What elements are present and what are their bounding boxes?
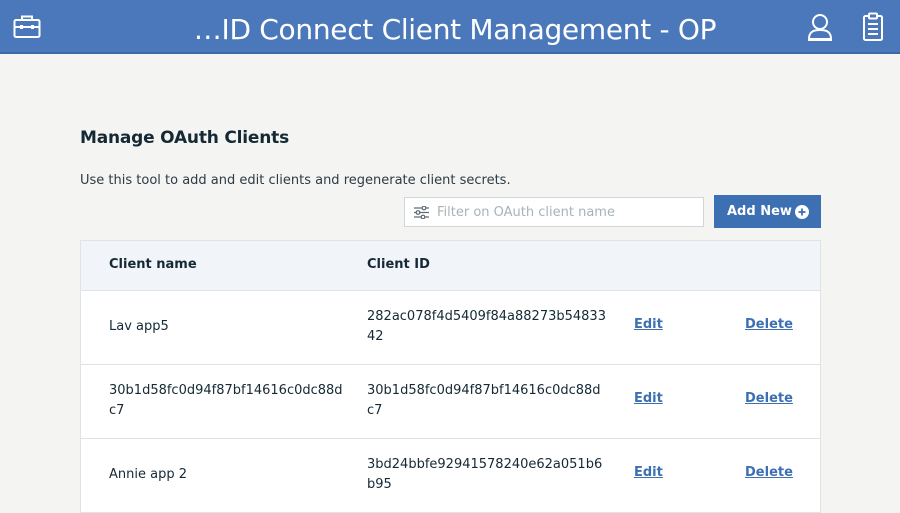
table-row: Lav app5 282ac078f4d5409f84a88273b548334… [81, 291, 820, 365]
delete-link[interactable]: Delete [745, 465, 793, 480]
clients-table: Client name Client ID Lav app5 282ac078f… [80, 240, 821, 513]
table-row: Annie app 2 3bd24bbfe92941578240e62a051b… [81, 439, 820, 513]
edit-link[interactable]: Edit [634, 465, 663, 480]
delete-link[interactable]: Delete [745, 391, 793, 406]
client-id-cell: 282ac078f4d5409f84a88273b5483342 [367, 309, 606, 344]
client-id-cell: 3bd24bbfe92941578240e62a051b6b95 [367, 457, 603, 492]
clipboard-icon[interactable] [862, 12, 884, 42]
add-new-button[interactable]: Add New [714, 195, 821, 228]
client-name-cell: 30b1d58fc0d94f87bf14616c0dc88dc7 [109, 383, 343, 418]
delete-link[interactable]: Delete [745, 317, 793, 332]
client-id-cell: 30b1d58fc0d94f87bf14616c0dc88dc7 [367, 383, 601, 418]
client-name-cell: Lav app5 [109, 319, 169, 334]
edit-link[interactable]: Edit [634, 317, 663, 332]
page-title: Manage OAuth Clients [80, 128, 289, 148]
app-title: …ID Connect Client Management - OP [193, 13, 717, 46]
page-description: Use this tool to add and edit clients an… [80, 173, 511, 188]
filter-box [404, 197, 704, 227]
edit-link[interactable]: Edit [634, 391, 663, 406]
client-name-cell: Annie app 2 [109, 467, 187, 482]
add-new-label: Add New [727, 204, 792, 219]
user-icon[interactable] [807, 13, 833, 41]
filter-icon [414, 206, 429, 219]
table-header: Client name Client ID [81, 241, 820, 291]
top-bar: …ID Connect Client Management - OP [0, 0, 900, 54]
plus-circle-icon [795, 205, 809, 219]
table-row: 30b1d58fc0d94f87bf14616c0dc88dc7 30b1d58… [81, 365, 820, 439]
filter-input[interactable] [437, 198, 699, 226]
column-header-client-id[interactable]: Client ID [367, 257, 430, 272]
column-header-client-name[interactable]: Client name [109, 257, 197, 272]
